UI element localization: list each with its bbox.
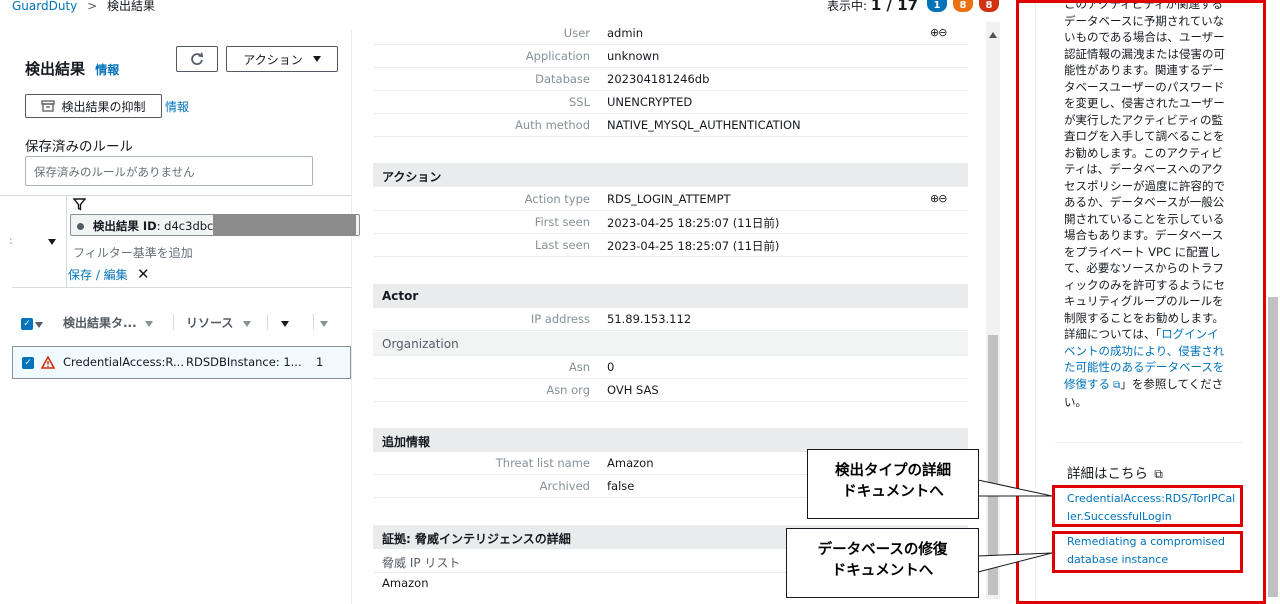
callout-remediation-doc: データベースの修復 ドキュメントへ bbox=[786, 528, 979, 598]
callout-finding-type-doc: 検出タイプの詳細 ドキュメントへ bbox=[807, 449, 979, 519]
callout-pointer-lines bbox=[977, 479, 1053, 573]
